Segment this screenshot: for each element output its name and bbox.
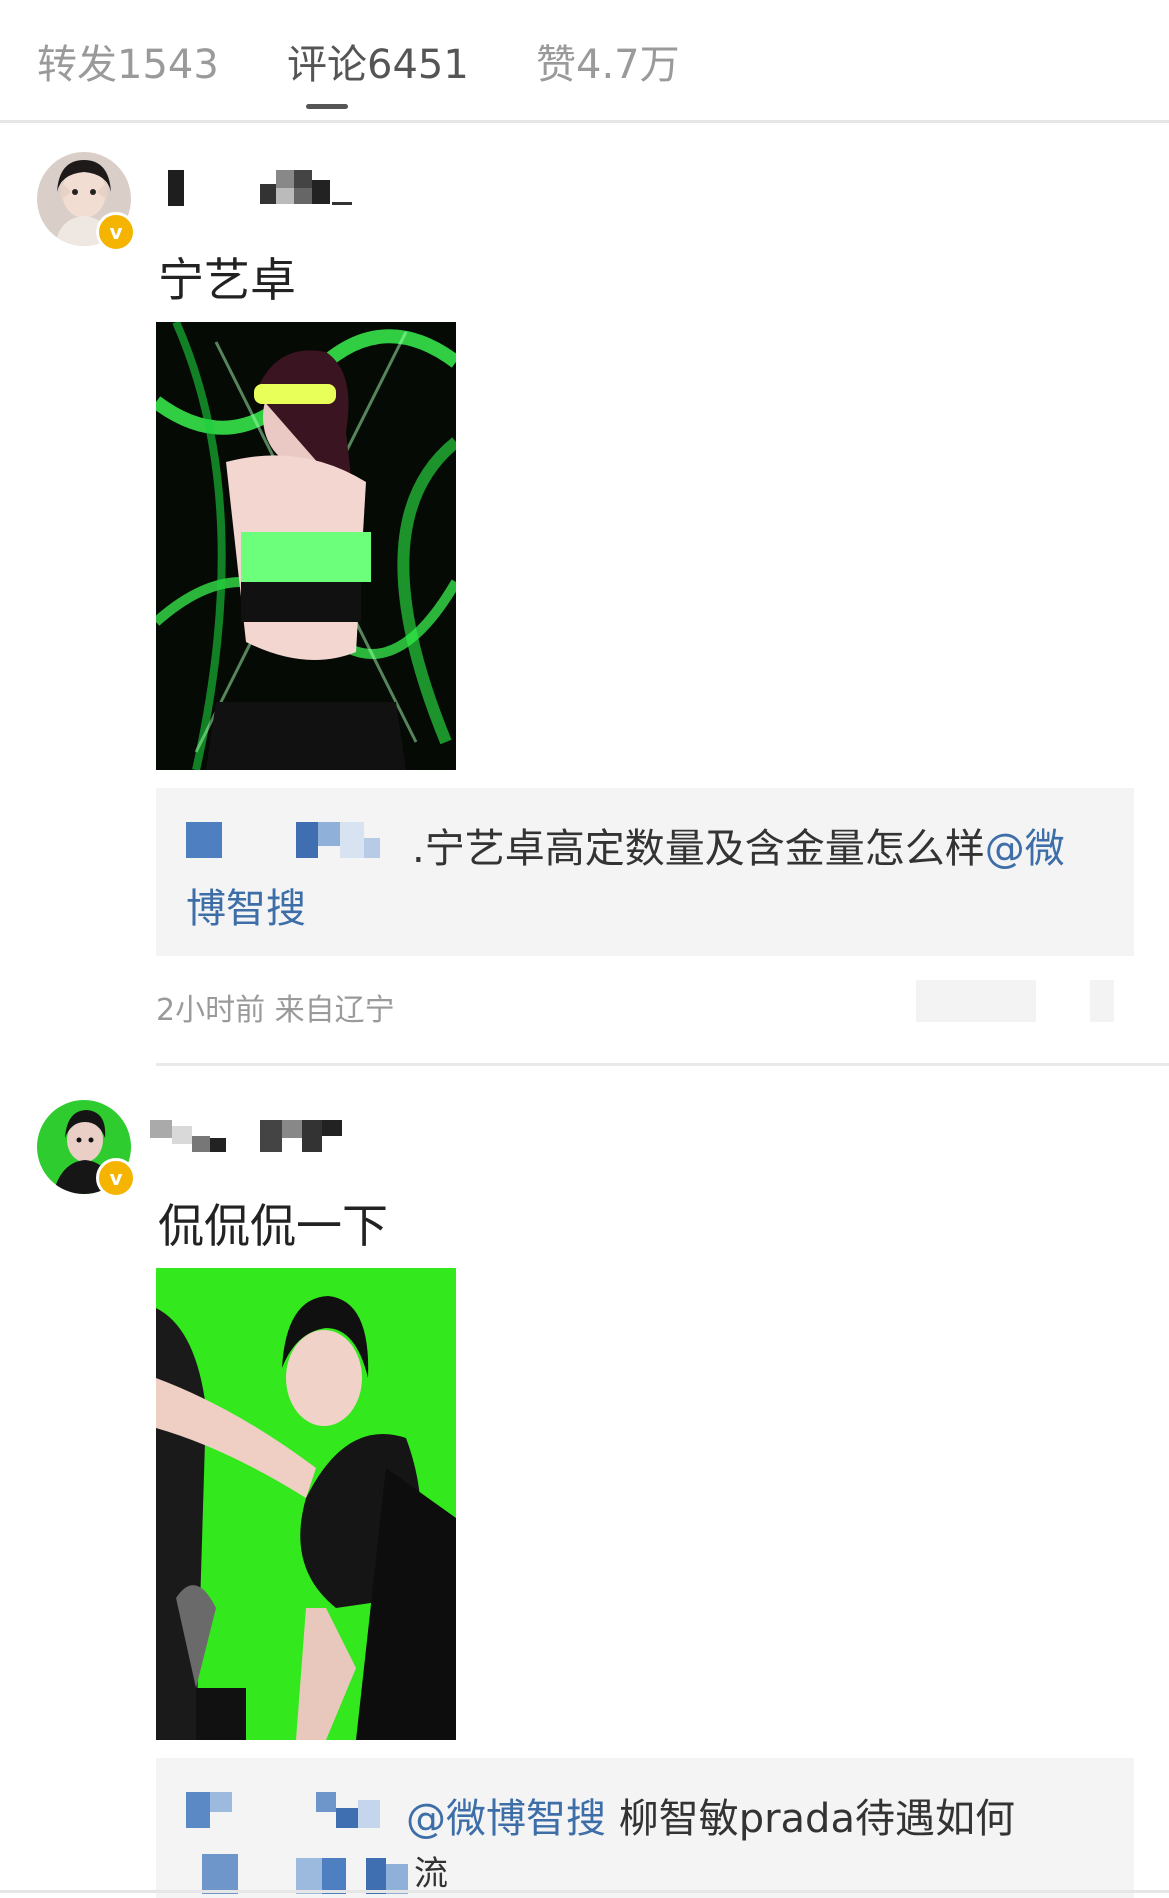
mention-link[interactable]: @微 xyxy=(985,826,1065,872)
verified-badge-icon: v xyxy=(96,212,136,252)
tab-bar: 转发1543 评论6451 赞4.7万 xyxy=(0,0,1169,123)
verified-badge-icon: v xyxy=(96,1158,136,1198)
tab-comments[interactable]: 评论6451 xyxy=(287,32,469,90)
tab-likes[interactable]: 赞4.7万 xyxy=(536,32,680,90)
reply-text-tail: 流 xyxy=(414,1854,448,1894)
username-mosaic[interactable] xyxy=(160,166,400,214)
mention-link-continued[interactable]: 博智搜 xyxy=(186,876,306,934)
tab-reposts[interactable]: 转发1543 xyxy=(37,32,219,90)
action-icons-mosaic xyxy=(916,980,1036,1022)
reply-preview-box[interactable]: @微博智搜 柳智敏prada待遇如何 流 xyxy=(156,1758,1134,1898)
comment-divider xyxy=(156,1063,1169,1066)
comment-meta: 2小时前 来自辽宁 xyxy=(156,993,395,1028)
reply-preview-box[interactable]: .宁艺卓高定数量及含金量怎么样@微 博智搜 xyxy=(156,788,1134,956)
comment-text: 侃侃侃一下 xyxy=(158,1199,388,1253)
reply-text: .宁艺卓高定数量及含金量怎么样@微 xyxy=(412,826,1065,872)
active-tab-indicator xyxy=(306,104,348,109)
like-icon[interactable] xyxy=(1090,980,1114,1022)
comment-image[interactable] xyxy=(156,1268,456,1740)
comment-image[interactable] xyxy=(156,322,456,770)
comment-text: 宁艺卓 xyxy=(158,253,296,307)
mention-link[interactable]: @微博智搜 xyxy=(406,1796,606,1842)
reply-text: @微博智搜 柳智敏prada待遇如何 xyxy=(406,1796,1015,1842)
username-mosaic[interactable] xyxy=(150,1116,400,1164)
bottom-divider xyxy=(0,1890,1169,1893)
